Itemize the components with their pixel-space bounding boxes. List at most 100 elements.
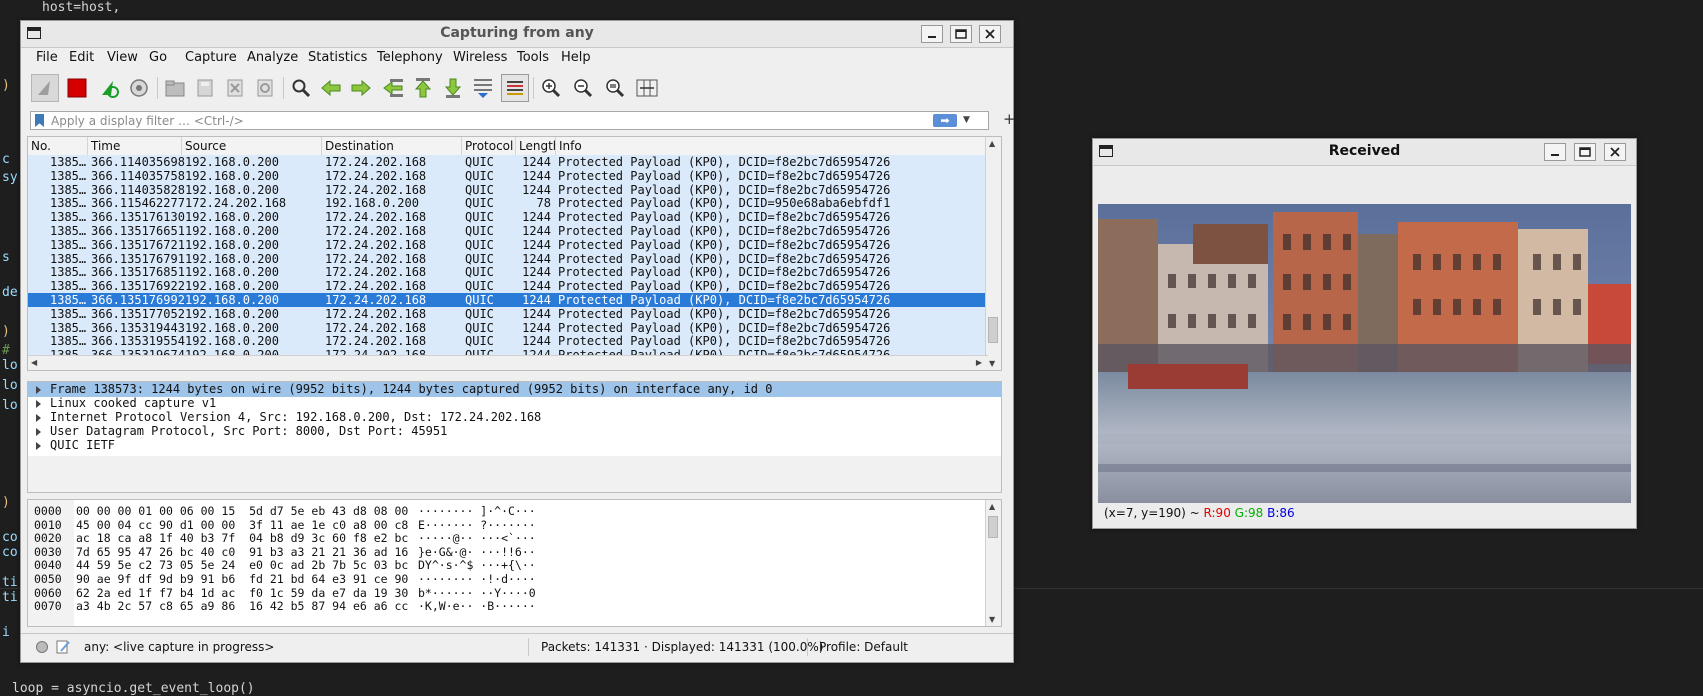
expand-icon[interactable] (36, 386, 41, 394)
packet-row[interactable]: 1385… 366.135177052 192.168.0.200 172.24.20… (28, 306, 988, 322)
expert-info-icon[interactable] (35, 640, 49, 654)
save-file-button[interactable] (191, 74, 219, 102)
packet-row[interactable]: 1385… 366.114035698 192.168.0.200 172.24.20… (28, 155, 988, 170)
filter-dropdown-icon[interactable]: ▼ (963, 115, 970, 125)
expand-icon[interactable] (36, 414, 41, 422)
packet-row[interactable]: 1385… 366.135176992 192.168.0.200 172.24.20… (28, 293, 988, 308)
maximize-button[interactable] (1574, 143, 1596, 161)
packet-row[interactable]: 1385… 366.135319554 192.168.0.200 172.24.20… (28, 334, 988, 350)
packet-row[interactable]: 1385… 366.114035758 192.168.0.200 172.24.20… (28, 168, 988, 184)
apply-filter-button[interactable]: ➡ (933, 114, 957, 127)
scroll-down-icon[interactable]: ▼ (989, 359, 995, 368)
go-back-button[interactable] (317, 74, 345, 102)
menu-help[interactable]: Help (561, 50, 591, 65)
minimize-button[interactable] (1544, 143, 1566, 161)
find-packet-button[interactable] (287, 74, 315, 102)
packet-row[interactable]: 1385… 366.114035828 192.168.0.200 172.24.20… (28, 182, 988, 198)
close-button[interactable] (979, 25, 1001, 43)
open-file-button[interactable] (161, 74, 189, 102)
close-button[interactable] (1604, 143, 1626, 161)
hex-ascii[interactable]: ········ ·!·d···· (418, 572, 536, 586)
autoscroll-button[interactable] (469, 74, 497, 102)
display-filter-input[interactable] (51, 112, 851, 129)
hex-ascii[interactable]: E······· ?······· (418, 518, 536, 532)
capture-comment-icon[interactable] (55, 639, 71, 655)
packet-row[interactable]: 1385… 366.135176922 192.168.0.200 172.24.20… (28, 279, 988, 295)
scroll-down-icon[interactable]: ▼ (989, 615, 995, 624)
start-capture-button[interactable] (31, 74, 59, 102)
hex-bytes[interactable]: 00 00 00 01 00 06 00 15 5d d7 5e eb 43 d… (76, 504, 408, 518)
detail-row-udp[interactable]: User Datagram Protocol, Src Port: 8000, … (28, 424, 1001, 439)
zoom-in-button[interactable] (537, 74, 565, 102)
menu-edit[interactable]: Edit (69, 50, 94, 65)
menu-telephony[interactable]: Telephony (377, 50, 443, 65)
hex-ascii[interactable]: b*······ ··Y····0 (418, 586, 536, 600)
title-bar[interactable]: Received (1093, 139, 1636, 166)
menu-view[interactable]: View (107, 50, 138, 65)
go-forward-button[interactable] (347, 74, 375, 102)
add-filter-button[interactable]: + (1003, 110, 1016, 128)
capture-options-button[interactable] (125, 74, 153, 102)
menu-go[interactable]: Go (149, 50, 167, 65)
scroll-thumb[interactable] (988, 516, 998, 538)
scroll-up-icon[interactable]: ▲ (989, 502, 995, 511)
menu-wireless[interactable]: Wireless (453, 50, 507, 65)
expand-icon[interactable] (36, 400, 41, 408)
resize-columns-button[interactable] (633, 74, 661, 102)
profile-status[interactable]: Profile: Default (819, 640, 908, 654)
received-video-frame[interactable] (1098, 204, 1631, 503)
packet-list-hscrollbar[interactable]: ◀ ▶ (28, 355, 988, 370)
menu-capture[interactable]: Capture (185, 50, 237, 65)
column-protocol[interactable]: Protocol (462, 137, 516, 155)
packet-row[interactable]: 1385… 366.135176721 192.168.0.200 172.24.20… (28, 237, 988, 253)
detail-row-quic[interactable]: QUIC IETF (28, 438, 1001, 453)
packet-row[interactable]: 1385… 366.135319443 192.168.0.200 172.24.20… (28, 320, 988, 336)
scroll-left-icon[interactable]: ◀ (31, 358, 37, 367)
restart-capture-button[interactable] (95, 74, 123, 102)
menu-statistics[interactable]: Statistics (308, 50, 367, 65)
packet-row[interactable]: 1385… 366.115462277 172.24.202.168 192.168.… (28, 196, 988, 212)
bookmark-icon[interactable] (35, 114, 44, 127)
last-packet-button[interactable] (439, 74, 467, 102)
detail-row-frame[interactable]: Frame 138573: 1244 bytes on wire (9952 b… (28, 382, 1001, 397)
expand-icon[interactable] (36, 428, 41, 436)
hex-bytes[interactable]: 7d 65 95 47 26 bc 40 c0 91 b3 a3 21 21 3… (76, 545, 408, 559)
detail-row-linux-cooked[interactable]: Linux cooked capture v1 (28, 396, 1001, 411)
hex-ascii[interactable]: ·K,W·e·· ·B······ (418, 599, 536, 613)
close-file-button[interactable] (221, 74, 249, 102)
reload-file-button[interactable] (251, 74, 279, 102)
hex-bytes[interactable]: 44 59 5e c2 73 05 5e 24 e0 0c ad 2b 7b 5… (76, 558, 408, 572)
packet-row[interactable]: 1385… 366.135176851 192.168.0.200 172.24.20… (28, 265, 988, 281)
hex-ascii[interactable]: }e·G&·@· ···!!6·· (418, 545, 536, 559)
packet-row[interactable]: 1385… 366.135176130 192.168.0.200 172.24.20… (28, 210, 988, 226)
hex-ascii[interactable]: DY^·s·^$ ···+{\·· (418, 558, 536, 572)
hex-bytes[interactable]: 45 00 04 cc 90 d1 00 00 3f 11 ae 1e c0 a… (76, 518, 408, 532)
menu-tools[interactable]: Tools (517, 50, 549, 65)
menu-file[interactable]: File (36, 50, 58, 65)
zoom-out-button[interactable] (569, 74, 597, 102)
hex-bytes[interactable]: a3 4b 2c 57 c8 65 a9 86 16 42 b5 87 94 e… (76, 599, 408, 613)
normal-size-button[interactable] (601, 74, 629, 102)
bytes-scrollbar[interactable]: ▲ ▼ (985, 500, 1001, 626)
scroll-right-icon[interactable]: ▶ (976, 358, 982, 367)
maximize-button[interactable] (950, 25, 972, 43)
expand-icon[interactable] (36, 442, 41, 450)
title-bar[interactable]: Capturing from any (21, 21, 1013, 48)
stop-capture-button[interactable] (63, 74, 91, 102)
column-destination[interactable]: Destination (322, 137, 462, 155)
hex-bytes[interactable]: ac 18 ca a8 1f 40 b3 7f 04 b8 d9 3c 60 f… (76, 531, 408, 545)
menu-analyze[interactable]: Analyze (247, 50, 298, 65)
scroll-thumb[interactable] (988, 317, 998, 343)
minimize-button[interactable] (921, 25, 943, 43)
colorize-button[interactable] (501, 74, 529, 102)
hex-bytes[interactable]: 90 ae 9f df 9d b9 91 b6 fd 21 bd 64 e3 9… (76, 572, 408, 586)
column-source[interactable]: Source (182, 137, 322, 155)
packet-row[interactable]: 1385… 366.135176791 192.168.0.200 172.24.20… (28, 251, 988, 267)
packet-list-scrollbar[interactable]: ▲ ▼ (985, 137, 1001, 370)
first-packet-button[interactable] (409, 74, 437, 102)
packet-row[interactable]: 1385… 366.135176651 192.168.0.200 172.24.20… (28, 224, 988, 239)
detail-row-ipv4[interactable]: Internet Protocol Version 4, Src: 192.16… (28, 410, 1001, 425)
column-length[interactable]: Length (516, 137, 556, 155)
column-time[interactable]: Time (88, 137, 182, 155)
hex-ascii[interactable]: ·····@·· ···<`··· (418, 531, 536, 545)
